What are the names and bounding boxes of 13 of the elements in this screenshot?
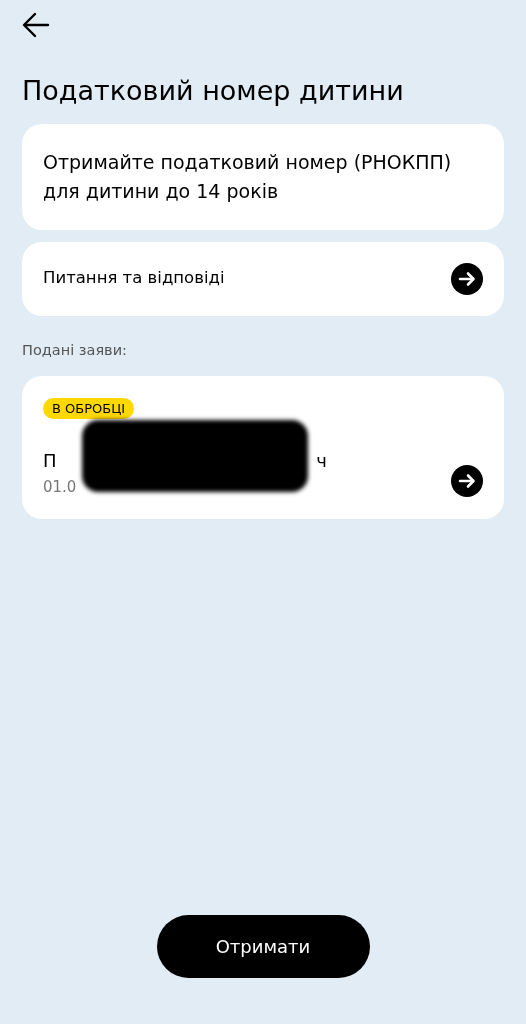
status-badge: В ОБРОБЦІ [43,397,135,419]
section-heading: Подані заяви: [22,340,128,360]
arrow-right-icon[interactable] [451,464,483,497]
application-card[interactable]: В ОБРОБЦІ П ч 01.0 [22,375,504,519]
applicant-name: ч [316,449,327,473]
faq-button[interactable]: Питання та відповіді [22,241,504,316]
applicant-name: П [43,449,57,473]
application-date: 01.0 [43,477,77,498]
get-button[interactable]: Отримати [156,915,370,978]
back-arrow-icon[interactable] [22,12,50,38]
intro-text: Отримайте податковий номер (РНОКПП) для дитини до 14 років [43,149,453,204]
page-title: Податковий номер дитини [22,74,405,108]
arrow-right-icon[interactable] [451,262,483,295]
